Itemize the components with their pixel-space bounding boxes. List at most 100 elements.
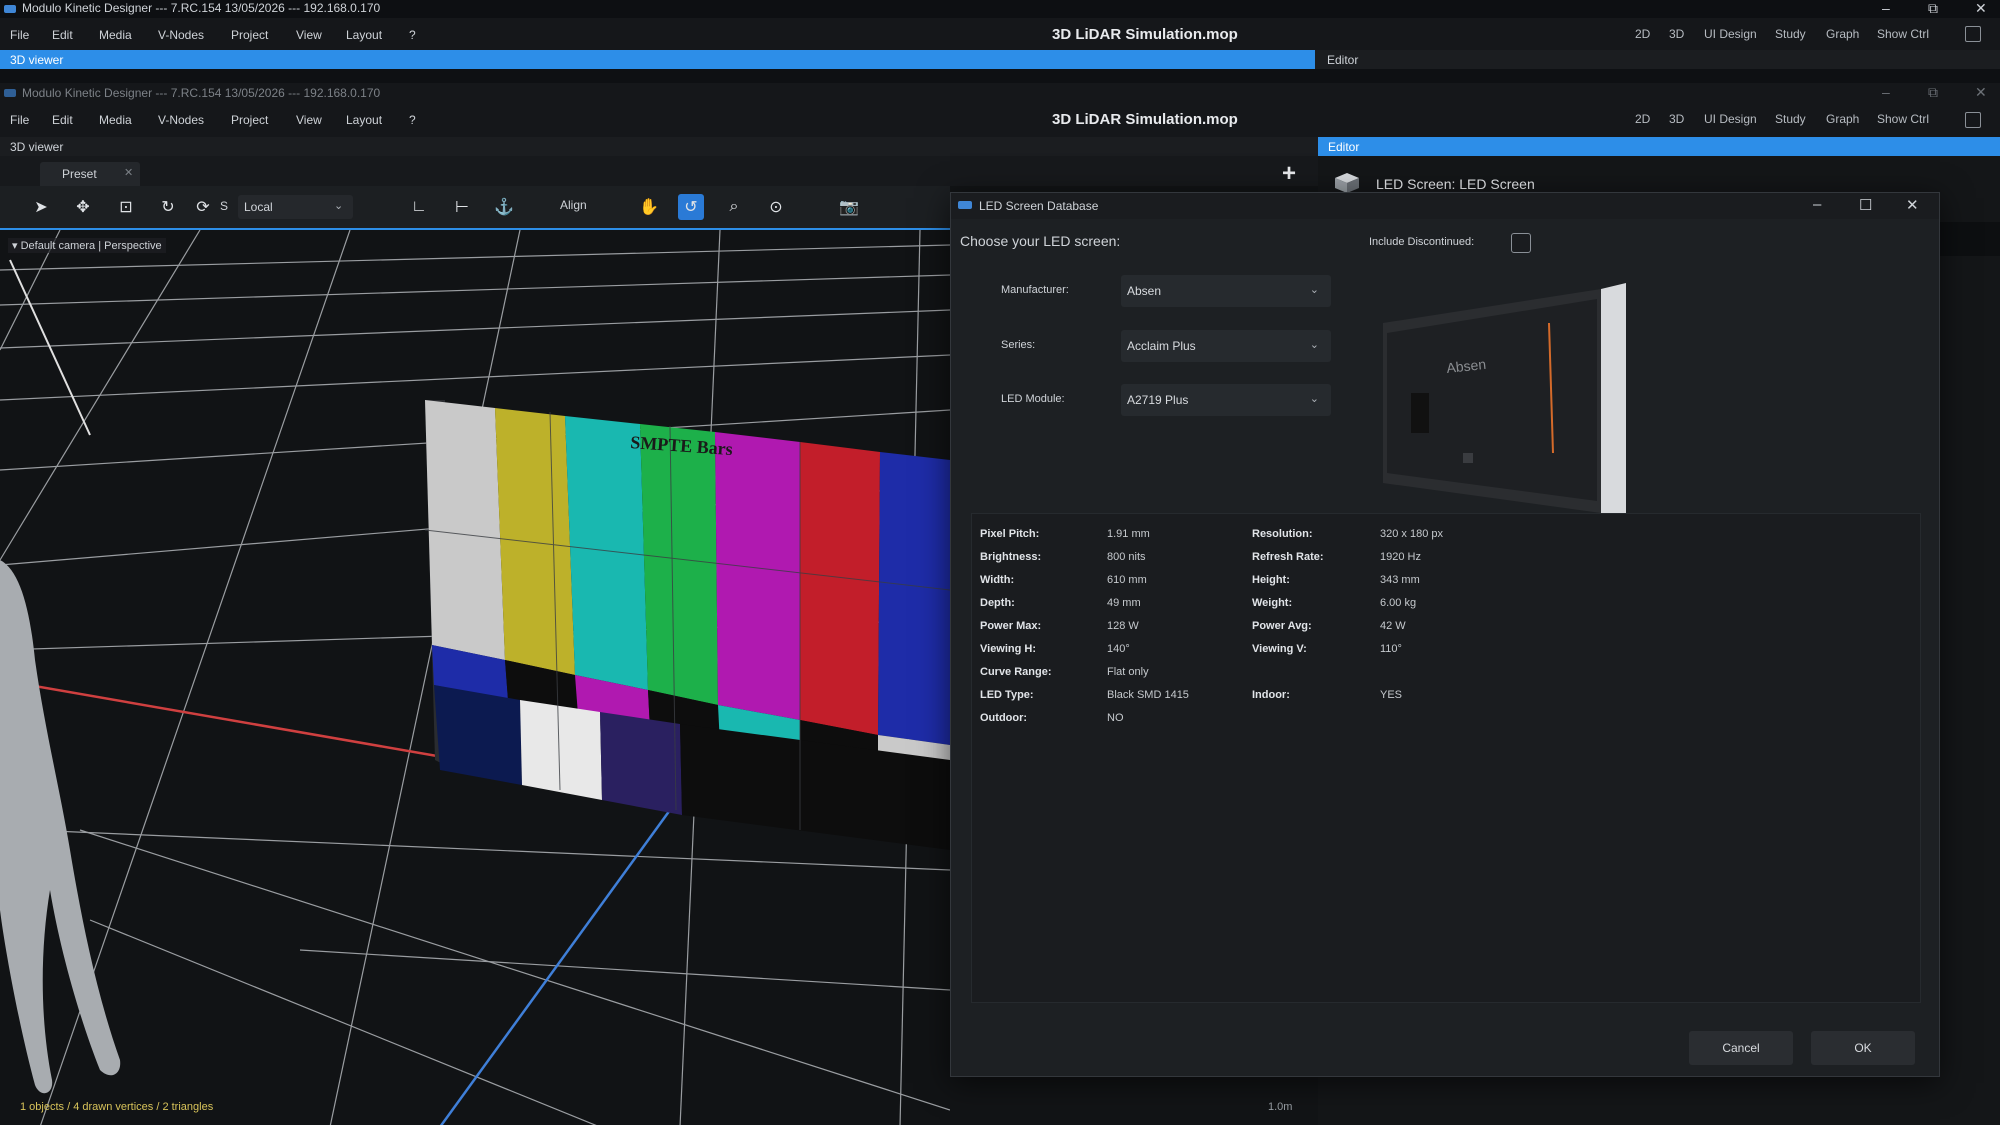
layout-icon[interactable]: [1965, 26, 1981, 42]
spec-outdoor: Outdoor:: [980, 712, 1028, 724]
restore-icon[interactable]: ⧉: [1928, 0, 1938, 17]
close-icon[interactable]: ✕: [1906, 196, 1919, 214]
led-module-select[interactable]: A2719 Plus ⌄: [1121, 384, 1331, 416]
zoom-icon[interactable]: ⌕: [721, 194, 747, 220]
camera-label[interactable]: ▾ Default camera | Perspective: [8, 238, 166, 253]
mode-ui-design[interactable]: UI Design: [1704, 112, 1757, 126]
menu-vnodes[interactable]: V-Nodes: [158, 18, 204, 52]
viewer-tabs-row: [0, 156, 1318, 186]
manufacturer-label: Manufacturer:: [1001, 284, 1069, 296]
spec-resolution-value: 320 x 180 px: [1380, 528, 1443, 540]
frame-all-icon[interactable]: ⊙: [763, 194, 789, 220]
spec-power-avg-value: 42 W: [1380, 620, 1406, 632]
layout-icon[interactable]: [1965, 112, 1981, 128]
series-select[interactable]: Acclaim Plus ⌄: [1121, 330, 1331, 362]
include-discontinued-checkbox[interactable]: [1511, 233, 1531, 253]
menu-edit[interactable]: Edit: [52, 18, 73, 52]
ok-button[interactable]: OK: [1811, 1031, 1915, 1065]
led-module-label: LED Module:: [1001, 393, 1065, 405]
align-button[interactable]: Align: [560, 198, 587, 212]
spec-viewing-v: Viewing V:: [1252, 643, 1307, 655]
spec-curve-range: Curve Range:: [980, 666, 1052, 678]
minimize-icon[interactable]: –: [1882, 84, 1890, 100]
menu-edit[interactable]: Edit: [52, 103, 73, 137]
mode-3d[interactable]: 3D: [1669, 27, 1684, 41]
dialog-title: LED Screen Database: [979, 199, 1099, 213]
maximize-icon[interactable]: ☐: [1859, 196, 1872, 214]
measure-icon[interactable]: ⊢: [449, 194, 475, 220]
close-tab-icon[interactable]: ✕: [124, 166, 133, 179]
front-menubar: File Edit Media V-Nodes Project View Lay…: [0, 103, 2000, 137]
mode-graph[interactable]: Graph: [1826, 27, 1859, 41]
mode-ui-design[interactable]: UI Design: [1704, 27, 1757, 41]
menu-vnodes[interactable]: V-Nodes: [158, 103, 204, 137]
close-icon[interactable]: ✕: [1975, 84, 1987, 101]
back-editor-tab[interactable]: Editor: [1327, 53, 1358, 67]
corner-snap-icon[interactable]: ∟: [406, 194, 432, 220]
preset-tab[interactable]: Preset ✕: [40, 162, 140, 186]
spec-curve-range-value: Flat only: [1107, 666, 1149, 678]
scene-render: SMPTE Bars: [0, 230, 950, 1125]
menu-project[interactable]: Project: [231, 103, 268, 137]
menu-project[interactable]: Project: [231, 18, 268, 52]
camera-name: Default camera: [20, 240, 96, 252]
back-viewer-tab[interactable]: 3D viewer: [10, 53, 63, 67]
close-icon[interactable]: ✕: [1975, 0, 1987, 17]
rotate-icon[interactable]: ↻: [155, 194, 181, 220]
add-tab-icon[interactable]: +: [1282, 160, 1296, 188]
space-select[interactable]: Local ⌄: [238, 195, 353, 219]
spec-width-value: 610 mm: [1107, 574, 1147, 586]
front-editor-tab[interactable]: Editor: [1328, 140, 1359, 154]
app-logo-icon: [958, 201, 972, 209]
mode-graph[interactable]: Graph: [1826, 112, 1859, 126]
menu-view[interactable]: View: [296, 18, 322, 52]
menu-file[interactable]: File: [10, 18, 29, 52]
editor-field: [1940, 222, 2000, 256]
mode-show-ctrl[interactable]: Show Ctrl: [1877, 112, 1929, 126]
front-window-titlebar: Modulo Kinetic Designer --- 7.RC.154 13/…: [0, 83, 2000, 103]
spec-power-avg: Power Avg:: [1252, 620, 1312, 632]
move-icon[interactable]: ✥: [70, 194, 96, 220]
mode-2d[interactable]: 2D: [1635, 112, 1650, 126]
spec-height: Height:: [1252, 574, 1290, 586]
spec-depth: Depth:: [980, 597, 1015, 609]
viewer-toolbar: ➤ ✥ ⊡ ↻ ⟳ S ∟ ⊢ ⚓ ✋ ↺ ⌕ ⊙ 📷: [0, 186, 950, 228]
front-viewer-header: 3D viewer: [0, 137, 1318, 156]
menu-media[interactable]: Media: [99, 103, 132, 137]
menu-layout[interactable]: Layout: [346, 103, 382, 137]
manufacturer-select[interactable]: Absen ⌄: [1121, 275, 1331, 307]
orbit-icon[interactable]: ↺: [678, 194, 704, 220]
spec-viewing-h: Viewing H:: [980, 643, 1037, 655]
mode-study[interactable]: Study: [1775, 112, 1806, 126]
camera-icon[interactable]: 📷: [836, 194, 862, 220]
scale-box-icon[interactable]: ⊡: [113, 194, 139, 220]
3d-viewport[interactable]: SMPTE Bars: [0, 228, 950, 1125]
front-viewer-tab[interactable]: 3D viewer: [10, 140, 63, 154]
spec-brightness-value: 800 nits: [1107, 551, 1146, 563]
mode-3d[interactable]: 3D: [1669, 112, 1684, 126]
hand-pan-icon[interactable]: ✋: [636, 194, 662, 220]
manufacturer-value: Absen: [1127, 284, 1162, 298]
select-arrow-icon[interactable]: ➤: [28, 194, 54, 220]
mode-show-ctrl[interactable]: Show Ctrl: [1877, 27, 1929, 41]
anchor-icon[interactable]: ⚓: [491, 194, 517, 220]
mode-study[interactable]: Study: [1775, 27, 1806, 41]
menu-file[interactable]: File: [10, 103, 29, 137]
series-value: Acclaim Plus: [1127, 339, 1196, 353]
rotate-snap-icon[interactable]: ⟳: [190, 194, 216, 220]
back-viewer-tabbar: 3D viewer: [0, 50, 1315, 69]
minimize-icon[interactable]: –: [1813, 196, 1821, 213]
document-title: 3D LiDAR Simulation.mop: [1052, 111, 1238, 128]
led-module-value: A2719 Plus: [1127, 393, 1189, 407]
cancel-button[interactable]: Cancel: [1689, 1031, 1793, 1065]
minimize-icon[interactable]: –: [1882, 0, 1890, 16]
menu-help[interactable]: ?: [409, 103, 416, 137]
dialog-prompt: Choose your LED screen:: [960, 233, 1121, 249]
restore-icon[interactable]: ⧉: [1928, 84, 1938, 101]
spec-depth-value: 49 mm: [1107, 597, 1141, 609]
mode-2d[interactable]: 2D: [1635, 27, 1650, 41]
menu-view[interactable]: View: [296, 103, 322, 137]
menu-layout[interactable]: Layout: [346, 18, 382, 52]
menu-help[interactable]: ?: [409, 18, 416, 52]
menu-media[interactable]: Media: [99, 18, 132, 52]
